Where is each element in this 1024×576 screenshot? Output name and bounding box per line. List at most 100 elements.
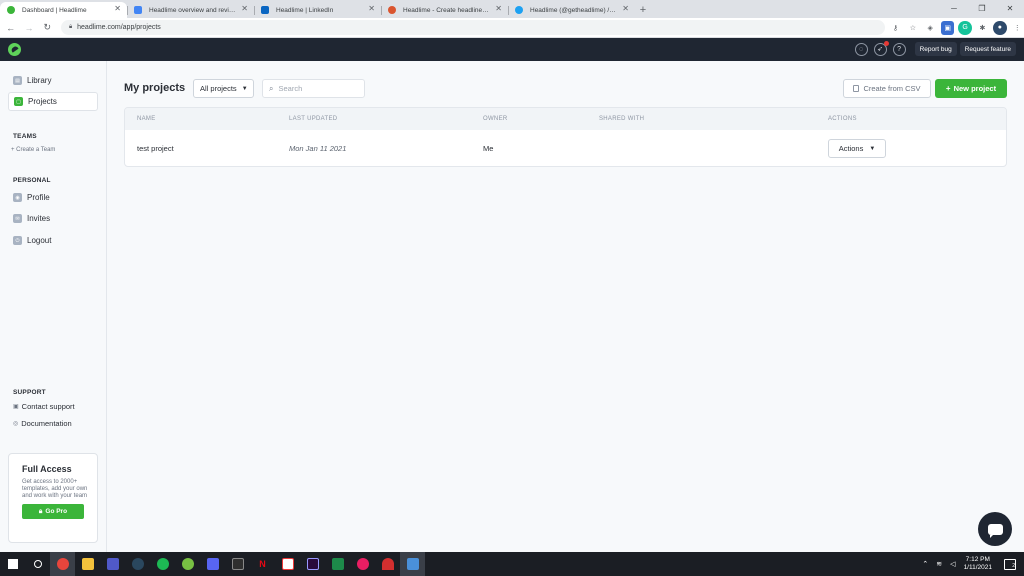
twitter-favicon-icon <box>515 6 523 14</box>
new-project-button[interactable]: + New project <box>935 79 1007 98</box>
browser-tab-linkedin[interactable]: Headlime | LinkedIn ✕ <box>254 2 381 18</box>
extension-shield-icon[interactable]: ◈ <box>924 21 937 35</box>
sidebar-item-library[interactable]: ▤ Library <box>8 71 98 90</box>
project-filter-select[interactable]: All projects ▼ <box>193 79 254 98</box>
netflix-icon[interactable]: N <box>250 552 275 576</box>
puzzle-icon[interactable]: ✱ <box>976 21 989 35</box>
table-header: NAME LAST UPDATED OWNER SHARED WITH ACTI… <box>125 108 1006 130</box>
premiere-icon[interactable] <box>300 552 325 576</box>
volume-icon[interactable]: ◁ <box>950 560 955 568</box>
create-from-csv-button[interactable]: Create from CSV <box>843 79 931 98</box>
browser-tab-twitter[interactable]: Headlime (@getheadlime) / Twitt ✕ <box>508 2 635 18</box>
new-tab-button[interactable]: + <box>635 2 651 18</box>
epic-games-icon[interactable] <box>225 552 250 576</box>
sidebar-item-invites[interactable]: ✉ Invites <box>8 209 98 228</box>
teams-icon[interactable] <box>100 552 125 576</box>
actions-dropdown-button[interactable]: Actions ▼ <box>828 139 886 158</box>
column-shared-with[interactable]: SHARED WITH <box>599 116 644 122</box>
page-title: My projects <box>124 82 186 94</box>
vivaldi-icon[interactable] <box>275 552 300 576</box>
contact-support-label: Contact support <box>21 402 75 411</box>
profile-avatar-icon[interactable]: ● <box>993 20 1007 35</box>
close-icon[interactable]: ✕ <box>368 4 375 13</box>
spotify-alt-icon[interactable] <box>350 552 375 576</box>
go-pro-button[interactable]: 🔒︎ Go Pro <box>22 504 84 520</box>
back-icon[interactable]: ← <box>3 23 18 33</box>
restore-icon[interactable]: ❐ <box>968 0 996 18</box>
chat-icon[interactable]: ◌ <box>854 42 868 56</box>
wifi-icon[interactable]: ≋ <box>936 560 942 568</box>
live-chat-button[interactable] <box>978 512 1012 546</box>
contact-support-link[interactable]: ▣ Contact support <box>13 402 75 411</box>
sidebar: ▤ Library ▢ Projects TEAMS + Create a Te… <box>0 61 107 552</box>
close-window-icon[interactable]: ✕ <box>996 0 1024 18</box>
key-icon[interactable]: ⚷ <box>889 21 902 35</box>
search-box: ⌕ <box>262 79 365 98</box>
forward-icon[interactable]: → <box>21 23 36 33</box>
star-icon[interactable]: ☆ <box>906 21 919 35</box>
os-taskbar: N ⌃ ≋ ◁ 7:12 PM 1/11/2021 2 <box>0 552 1024 576</box>
clock-date: 1/11/2021 <box>963 564 992 571</box>
report-bug-button[interactable]: Report bug <box>914 42 957 56</box>
headlime-logo-icon[interactable] <box>8 43 21 56</box>
browser-tab-overview[interactable]: Headlime overview and review - ✕ <box>127 2 254 18</box>
column-owner[interactable]: OWNER <box>483 116 508 122</box>
extension-screen-icon[interactable]: ▣ <box>940 20 955 35</box>
system-clock[interactable]: 7:12 PM 1/11/2021 <box>964 556 992 572</box>
documentation-link[interactable]: ◎ Documentation <box>13 419 72 428</box>
browser-tab-producthunt[interactable]: Headlime - Create headlines like ✕ <box>381 2 508 18</box>
close-icon[interactable]: ✕ <box>241 4 248 13</box>
tab-title: Headlime | LinkedIn <box>276 6 334 14</box>
address-bar: ← → ↻ 🔒︎ headlime.com/app/projects ⚷ ☆ ◈… <box>0 18 1024 38</box>
notification-center-icon[interactable]: 2 <box>1004 558 1016 570</box>
profile-icon: ◉ <box>13 193 22 202</box>
personal-heading: PERSONAL <box>13 177 51 184</box>
sidebar-item-logout[interactable]: ⏻ Logout <box>8 231 98 250</box>
close-icon[interactable]: ✕ <box>495 4 502 13</box>
table-row[interactable]: test project Mon Jan 11 2021 Me Actions … <box>125 130 1006 166</box>
request-feature-button[interactable]: Request feature <box>959 42 1016 56</box>
help-icon[interactable]: ? <box>892 42 906 56</box>
browser-tab-dashboard[interactable]: Dashboard | Headlime ✕ <box>0 2 127 18</box>
chevron-up-icon[interactable]: ⌃ <box>922 560 928 568</box>
sidebar-item-profile[interactable]: ◉ Profile <box>8 188 98 207</box>
project-name[interactable]: test project <box>137 144 174 153</box>
create-team-link[interactable]: + Create a Team <box>11 147 55 153</box>
chevron-down-icon: ▼ <box>869 145 876 152</box>
spotify-icon[interactable] <box>150 552 175 576</box>
sidebar-item-label: Library <box>27 76 52 85</box>
column-name[interactable]: NAME <box>137 116 156 122</box>
rocket-icon[interactable]: ➶ <box>873 40 889 56</box>
system-tray: ⌃ ≋ ◁ 7:12 PM 1/11/2021 2 <box>922 552 1024 576</box>
chat-bubble-icon <box>987 523 1003 538</box>
app-green-icon[interactable] <box>325 552 350 576</box>
lock-icon: 🔒︎ <box>68 24 73 30</box>
chrome-icon[interactable] <box>50 552 75 576</box>
windows-start-icon[interactable] <box>0 552 25 576</box>
support-icon: ▣ <box>13 404 19 410</box>
clock-time: 7:12 PM <box>965 556 990 563</box>
app-blue-icon[interactable] <box>400 552 425 576</box>
discord-icon[interactable] <box>200 552 225 576</box>
plus-icon: + <box>945 84 951 93</box>
column-last-updated[interactable]: LAST UPDATED <box>289 116 337 122</box>
steam-icon[interactable] <box>125 552 150 576</box>
app-header: ◌ ➶ ? Report bug Request feature <box>0 38 1024 61</box>
menu-dots-icon[interactable]: ⋮ <box>1011 21 1024 35</box>
sidebar-item-projects[interactable]: ▢ Projects <box>8 92 98 111</box>
close-icon[interactable]: ✕ <box>622 4 629 13</box>
notification-count: 2 <box>1012 562 1015 569</box>
utorrent-icon[interactable] <box>175 552 200 576</box>
producthunt-favicon-icon <box>388 6 396 14</box>
minimize-icon[interactable]: ─ <box>940 0 968 18</box>
search-input[interactable] <box>278 84 354 93</box>
search-icon[interactable] <box>25 552 50 576</box>
reload-icon[interactable]: ↻ <box>40 22 55 33</box>
url-input[interactable]: 🔒︎ headlime.com/app/projects <box>60 20 885 35</box>
grammarly-icon[interactable]: G <box>958 20 972 35</box>
close-icon[interactable]: ✕ <box>114 4 121 13</box>
library-icon: ▤ <box>13 76 22 85</box>
logout-icon: ⏻ <box>13 236 22 245</box>
app-hat-icon[interactable] <box>375 552 400 576</box>
file-explorer-icon[interactable] <box>75 552 100 576</box>
